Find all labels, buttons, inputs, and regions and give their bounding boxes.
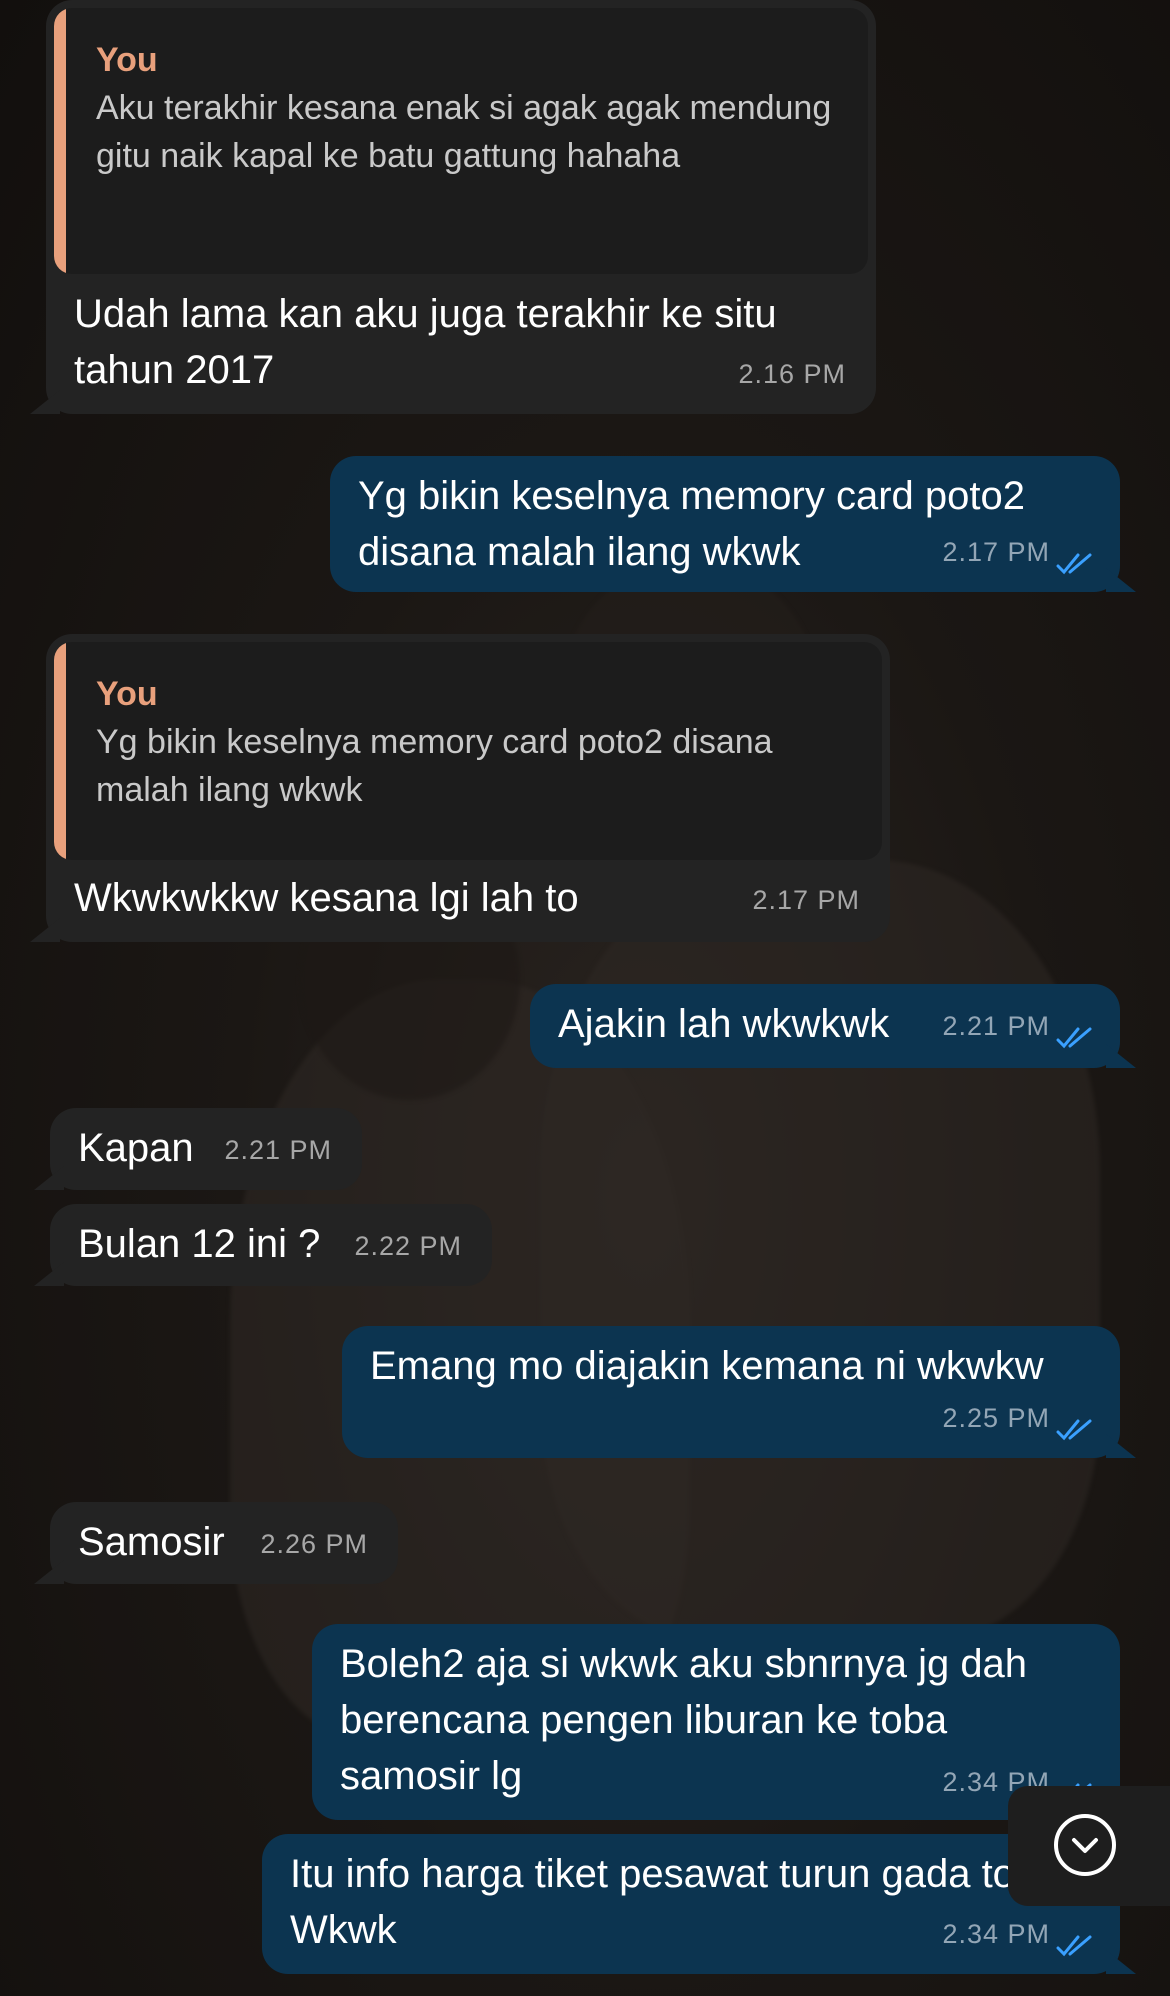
message-bubble-incoming[interactable]: You Aku terakhir kesana enak si agak aga…: [46, 0, 876, 414]
message-time: 2.26 PM: [260, 1529, 368, 1559]
quote-author: You: [96, 41, 158, 79]
message-text: Udah lama kan aku juga terakhir ke situ …: [74, 292, 777, 392]
message-bubble-outgoing[interactable]: Ajakin lah wkwkwk 2.21 PM: [530, 984, 1120, 1068]
double-check-icon: [1056, 1419, 1092, 1441]
quote-text: Aku terakhir kesana enak si agak agak me…: [96, 89, 832, 175]
message-bubble-outgoing[interactable]: Boleh2 aja si wkwk aku sbnrnya jg dah be…: [312, 1624, 1120, 1820]
message-time: 2.21 PM: [942, 1011, 1050, 1041]
chevron-down-icon: [1054, 1814, 1116, 1876]
message-bubble-incoming[interactable]: Samosir 2.26 PM: [50, 1502, 398, 1584]
message-time: 2.16 PM: [738, 359, 846, 389]
message-text: Emang mo diajakin kemana ni wkwkw: [370, 1344, 1044, 1388]
message-bubble-outgoing[interactable]: Emang mo diajakin kemana ni wkwkw 2.25 P…: [342, 1326, 1120, 1458]
message-bubble-incoming[interactable]: Kapan 2.21 PM: [50, 1108, 362, 1190]
quote-text: Yg bikin keselnya memory card poto2 disa…: [96, 723, 773, 809]
message-time: 2.25 PM: [942, 1403, 1050, 1433]
double-check-icon: [1056, 553, 1092, 575]
double-check-icon: [1056, 1935, 1092, 1957]
message-bubble-outgoing[interactable]: Yg bikin keselnya memory card poto2 disa…: [330, 456, 1120, 592]
message-bubble-incoming[interactable]: Bulan 12 ini ? 2.22 PM: [50, 1204, 492, 1286]
quoted-reply[interactable]: You Yg bikin keselnya memory card poto2 …: [54, 642, 882, 860]
message-time: 2.21 PM: [224, 1135, 332, 1165]
quote-accent-bar: [54, 8, 66, 274]
quote-author: You: [96, 675, 158, 713]
scroll-to-bottom-button[interactable]: [1008, 1786, 1170, 1906]
message-time: 2.17 PM: [752, 885, 860, 915]
message-time: 2.34 PM: [942, 1919, 1050, 1949]
message-bubble-incoming[interactable]: You Yg bikin keselnya memory card poto2 …: [46, 634, 890, 942]
message-time: 2.22 PM: [354, 1231, 462, 1261]
message-bubble-outgoing[interactable]: Itu info harga tiket pesawat turun gada …: [262, 1834, 1120, 1974]
message-time: 2.17 PM: [942, 537, 1050, 567]
double-check-icon: [1056, 1027, 1092, 1049]
quoted-reply[interactable]: You Aku terakhir kesana enak si agak aga…: [54, 8, 868, 274]
message-text: Wkwkwkkw kesana lgi lah to: [74, 876, 579, 920]
quote-accent-bar: [54, 642, 66, 860]
